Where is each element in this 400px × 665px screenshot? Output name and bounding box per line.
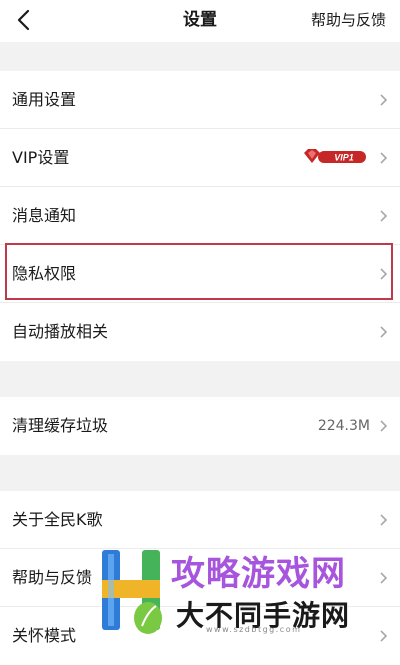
vip-badge: VIP1 [304,149,366,163]
chevron-right-icon [380,420,388,432]
vip-badge-text: VIP1 [334,153,354,163]
settings-row-autoplay[interactable]: 自动播放相关 [0,303,400,361]
row-label: 关于全民K歌 [12,510,103,529]
settings-row-clear-cache[interactable]: 清理缓存垃圾 224.3M [0,397,400,455]
settings-row-general[interactable]: 通用设置 [0,71,400,129]
cache-size-value: 224.3M [317,418,370,434]
chevron-right-icon [380,152,388,164]
row-label: 通用设置 [12,90,77,109]
chevron-right-icon [380,514,388,526]
chevron-right-icon [380,94,388,106]
nav-bar: 设置 帮助与反馈 [0,0,400,42]
settings-row-privacy[interactable]: 隐私权限 [0,245,400,303]
settings-group-main: 通用设置 VIP设置 VIP1 消息通知 隐私权限 自动播放相关 [0,71,400,361]
row-label: VIP设置 [12,148,70,167]
row-label: 帮助与反馈 [12,568,93,587]
chevron-right-icon [380,630,388,642]
settings-row-notifications[interactable]: 消息通知 [0,187,400,245]
row-label: 清理缓存垃圾 [12,416,109,435]
row-label: 隐私权限 [12,264,77,283]
settings-row-vip[interactable]: VIP设置 VIP1 [0,129,400,187]
settings-row-about[interactable]: 关于全民K歌 [0,491,400,549]
settings-group-about: 关于全民K歌 帮助与反馈 关怀模式 [0,491,400,665]
settings-group-cache: 清理缓存垃圾 224.3M [0,397,400,455]
help-feedback-link[interactable]: 帮助与反馈 [311,0,386,42]
chevron-right-icon [380,572,388,584]
row-label: 自动播放相关 [12,322,109,341]
settings-row-help[interactable]: 帮助与反馈 [0,549,400,607]
chevron-right-icon [380,210,388,222]
chevron-right-icon [380,268,388,280]
row-label: 消息通知 [12,206,77,225]
chevron-right-icon [380,326,388,338]
settings-row-care-mode[interactable]: 关怀模式 [0,607,400,665]
row-label: 关怀模式 [12,626,77,645]
